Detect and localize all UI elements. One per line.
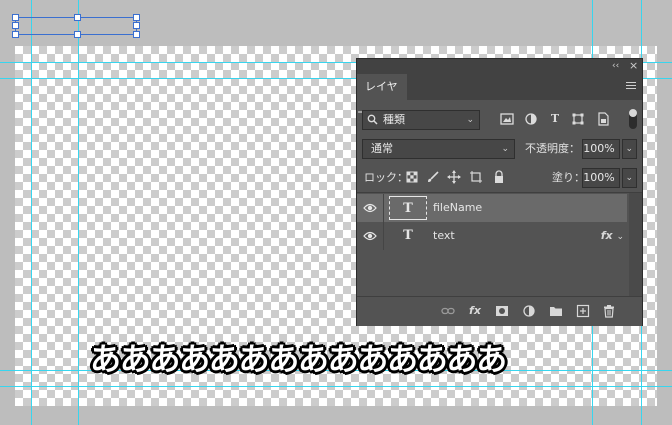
link-icon[interactable] xyxy=(441,304,455,318)
guide-vertical[interactable] xyxy=(78,0,79,425)
transform-handle[interactable] xyxy=(12,14,19,21)
folder-icon[interactable] xyxy=(549,304,563,318)
layers-panel: ‹‹ × レイヤー 種類 ⌄ T xyxy=(356,58,643,326)
opacity-dropdown-button[interactable]: ⌄ xyxy=(622,139,637,159)
layer-row-filename[interactable]: T fileName xyxy=(357,194,627,222)
eye-icon[interactable] xyxy=(363,202,377,214)
layer-list-scrollbar[interactable] xyxy=(629,193,642,296)
layer-filter-row: 種類 ⌄ T xyxy=(357,109,642,131)
type-filter-icon[interactable]: T xyxy=(548,112,562,126)
eye-icon[interactable] xyxy=(363,230,377,242)
transform-handle[interactable] xyxy=(74,31,81,38)
layers-bottom-toolbar: fx xyxy=(357,296,642,326)
chevron-down-icon: ⌄ xyxy=(625,144,633,154)
transform-handle[interactable] xyxy=(12,31,19,38)
guide-horizontal[interactable] xyxy=(0,386,672,387)
opacity-label: 不透明度： xyxy=(525,142,580,155)
layer-name[interactable]: fileName xyxy=(433,194,482,222)
adjustment-filter-icon[interactable] xyxy=(524,112,538,126)
transform-handle[interactable] xyxy=(12,22,19,29)
filter-kind-value: 種類 xyxy=(383,113,405,126)
lock-paint-icon[interactable] xyxy=(426,170,440,184)
blend-mode-dropdown[interactable]: 通常 ⌄ xyxy=(362,139,515,159)
panel-title-bar: ‹‹ × xyxy=(357,59,642,74)
filter-kind-dropdown[interactable]: 種類 ⌄ xyxy=(362,110,480,130)
smart-object-filter-icon[interactable] xyxy=(596,112,610,126)
lock-label: ロック： xyxy=(364,171,408,184)
filter-toggle-switch[interactable] xyxy=(629,109,637,129)
chevron-down-icon: ⌄ xyxy=(466,115,474,125)
new-layer-icon[interactable] xyxy=(576,304,590,318)
transform-handle[interactable] xyxy=(133,14,140,21)
transform-handle[interactable] xyxy=(133,22,140,29)
close-panel-button[interactable]: × xyxy=(629,60,638,71)
panel-menu-icon[interactable] xyxy=(626,82,636,90)
lock-pixels-icon[interactable] xyxy=(405,170,419,184)
chevron-down-icon: ⌄ xyxy=(625,173,633,183)
guide-vertical[interactable] xyxy=(31,0,32,425)
fill-dropdown-button[interactable]: ⌄ xyxy=(622,168,637,188)
lock-position-icon[interactable] xyxy=(447,170,461,184)
lock-artboard-icon[interactable] xyxy=(469,170,483,184)
fill-input[interactable]: 100% xyxy=(582,168,620,188)
blend-row: 通常 ⌄ 不透明度： 100% ⌄ xyxy=(357,138,642,160)
transform-handle[interactable] xyxy=(133,31,140,38)
type-layer-thumbnail-icon[interactable]: T xyxy=(389,196,427,220)
fx-icon[interactable]: fx xyxy=(468,304,482,318)
layer-list: T fileName T text fx ⌄ xyxy=(357,193,642,296)
opacity-input[interactable]: 100% xyxy=(582,139,620,159)
canvas-text-layer[interactable]: ああああああああああああああ xyxy=(90,334,610,378)
chevron-down-icon: ⌄ xyxy=(501,144,509,154)
lock-row: ロック： 塗り： 100% ⌄ xyxy=(357,167,642,189)
divider xyxy=(383,194,384,222)
chevron-down-icon: ⌄ xyxy=(616,232,624,242)
layer-row-text[interactable]: T text fx ⌄ xyxy=(357,222,627,250)
divider xyxy=(383,222,384,250)
blend-mode-value: 通常 xyxy=(371,142,393,155)
mask-icon[interactable] xyxy=(495,304,509,318)
fx-icon: fx xyxy=(600,229,613,242)
type-layer-thumbnail-icon[interactable]: T xyxy=(389,224,427,248)
layer-name[interactable]: text xyxy=(433,222,455,250)
tab-layers[interactable]: レイヤー xyxy=(357,74,407,119)
collapse-panel-button[interactable]: ‹‹ xyxy=(612,60,619,72)
transform-handle[interactable] xyxy=(74,14,81,21)
image-filter-icon[interactable] xyxy=(500,112,514,126)
trash-icon[interactable] xyxy=(602,304,616,318)
lock-all-icon[interactable] xyxy=(492,170,506,184)
adjustment-icon[interactable] xyxy=(522,304,536,318)
panel-tab-bar: レイヤー xyxy=(357,74,642,119)
search-icon xyxy=(367,114,378,125)
shape-filter-icon[interactable] xyxy=(571,112,585,126)
layer-effects-badge[interactable]: fx ⌄ xyxy=(601,222,624,251)
fill-label: 塗り： xyxy=(552,171,585,184)
